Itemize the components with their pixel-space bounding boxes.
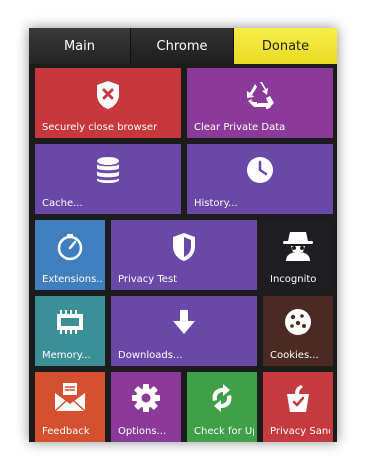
gear-icon xyxy=(132,384,160,412)
cache-tile[interactable]: Cache... xyxy=(35,144,181,214)
securely-close-browser-label: Securely close browser xyxy=(42,122,158,133)
clear-private-data-label: Clear Private Data xyxy=(194,122,286,133)
options-label: Options... xyxy=(118,426,167,437)
shield-close-icon xyxy=(97,81,119,109)
tab-chrome[interactable]: Chrome xyxy=(131,28,234,64)
gauge-icon xyxy=(57,234,83,261)
privacy-sandbox-tile[interactable]: Privacy Sandbox xyxy=(263,372,333,442)
recycle-icon xyxy=(247,82,274,109)
tab-bar: Main Chrome Donate xyxy=(29,28,337,64)
memory-chip-icon xyxy=(57,310,83,334)
clear-private-data-tile[interactable]: Clear Private Data xyxy=(187,68,333,138)
downloads-tile[interactable]: Downloads... xyxy=(111,296,257,366)
cookies-label: Cookies... xyxy=(270,350,319,361)
feedback-label: Feedback xyxy=(42,426,90,437)
memory-label: Memory... xyxy=(42,350,91,361)
history-label: History... xyxy=(194,198,238,209)
database-icon xyxy=(97,157,119,183)
privacy-test-tile[interactable]: Privacy Test xyxy=(111,220,257,290)
incognito-tile[interactable]: Incognito xyxy=(263,220,333,290)
privacy-sandbox-label: Privacy Sandbox xyxy=(270,426,330,437)
extensions-label: Extensions.. xyxy=(42,274,102,285)
check-for-updates-label: Check for Updates xyxy=(194,426,254,437)
sandbox-bucket-icon xyxy=(287,385,309,412)
memory-tile[interactable]: Memory... xyxy=(35,296,105,366)
extensions-tile[interactable]: Extensions.. xyxy=(35,220,105,290)
tab-main[interactable]: Main xyxy=(29,28,131,64)
download-arrow-icon xyxy=(173,310,195,334)
feedback-tile[interactable]: Feedback xyxy=(35,372,105,442)
securely-close-browser-tile[interactable]: Securely close browser xyxy=(35,68,181,138)
app-window: Main Chrome Donate Securely close browse… xyxy=(29,28,337,442)
incognito-label: Incognito xyxy=(270,274,317,285)
history-tile[interactable]: History... xyxy=(187,144,333,214)
cookies-tile[interactable]: Cookies... xyxy=(263,296,333,366)
clock-icon xyxy=(247,157,273,183)
feedback-mail-icon xyxy=(54,383,86,412)
options-tile[interactable]: Options... xyxy=(111,372,181,442)
cookie-icon xyxy=(285,309,311,335)
refresh-arrows-icon xyxy=(212,384,232,412)
cache-label: Cache... xyxy=(42,198,83,209)
shield-icon xyxy=(173,233,195,261)
tab-donate[interactable]: Donate xyxy=(234,28,337,64)
incognito-spy-icon xyxy=(283,232,313,261)
check-for-updates-tile[interactable]: Check for Updates xyxy=(187,372,257,442)
privacy-test-label: Privacy Test xyxy=(118,274,178,285)
downloads-label: Downloads... xyxy=(118,350,183,361)
